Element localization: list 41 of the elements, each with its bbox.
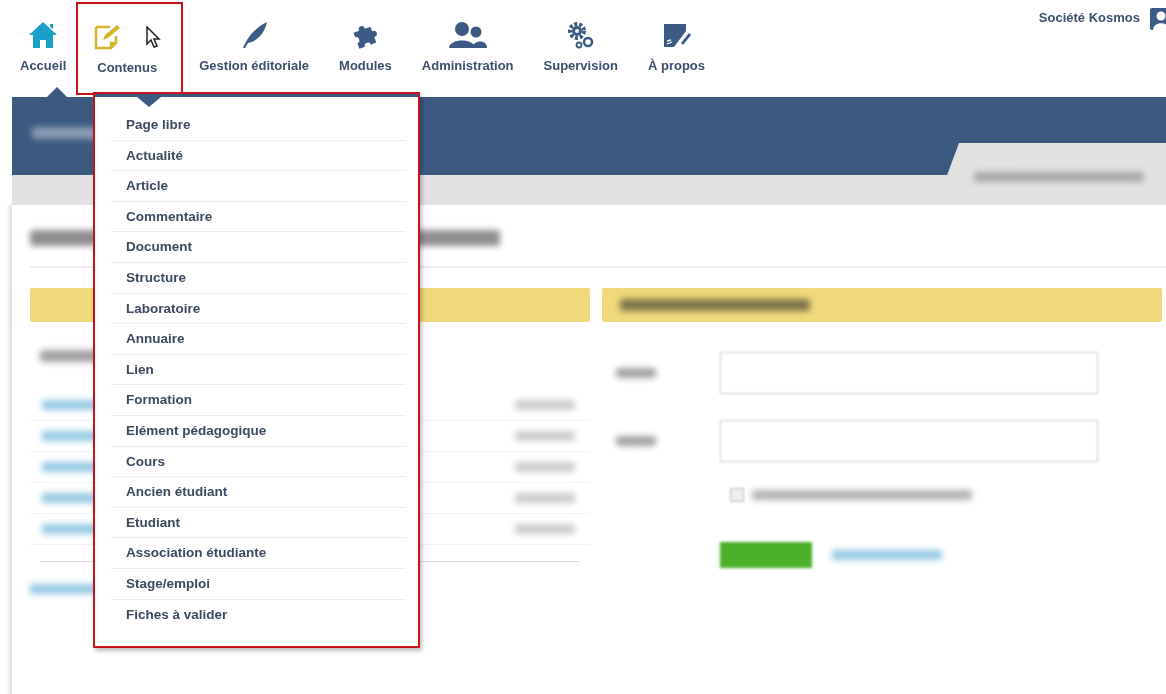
cursor-icon: [145, 26, 162, 48]
signature-icon: [661, 21, 692, 49]
nav-tab[interactable]: Gestion éditoriale: [185, 0, 324, 97]
blurred-text: [515, 493, 575, 503]
nav-tab[interactable]: Supervision: [529, 0, 632, 97]
nav-tab[interactable]: Contenus: [76, 2, 184, 95]
menu-item[interactable]: Structure: [111, 262, 406, 294]
house-icon: [28, 21, 59, 49]
menu-item[interactable]: Etudiant: [111, 507, 406, 539]
nav-tab[interactable]: Modules: [325, 0, 406, 97]
checkbox[interactable]: [730, 488, 744, 502]
edit-note-icon: [93, 23, 122, 51]
menu-item[interactable]: Lien: [111, 354, 406, 386]
blurred-text: [515, 400, 575, 410]
company-name[interactable]: Société Kosmos: [1038, 10, 1140, 25]
blurred-text: [515, 524, 575, 534]
users-icon: [447, 21, 488, 49]
menu-item[interactable]: Formation: [111, 385, 406, 416]
menu-item[interactable]: Stage/emploi: [111, 568, 406, 600]
gears-icon: [565, 21, 596, 49]
menu-item[interactable]: Document: [111, 232, 406, 263]
menu-item[interactable]: Association étudiante: [111, 538, 406, 569]
menu-item[interactable]: Page libre: [111, 110, 406, 141]
menu-item[interactable]: Fiches à valider: [111, 599, 406, 631]
menu-item[interactable]: Actualité: [111, 140, 406, 172]
menu-item[interactable]: Ancien étudiant: [111, 477, 406, 508]
nav-tab[interactable]: Accueil: [20, 0, 75, 97]
menu-pointer: [137, 97, 161, 107]
nav-tab[interactable]: Administration: [407, 0, 528, 97]
menu-item[interactable]: Article: [111, 171, 406, 202]
blurred-label: [616, 368, 656, 378]
menu-item[interactable]: Cours: [111, 446, 406, 478]
menu-item[interactable]: Elément pédagogique: [111, 415, 406, 447]
menu-item[interactable]: Laboratoire: [111, 293, 406, 325]
blurred-text: [515, 431, 575, 441]
user-icon[interactable]: [1150, 8, 1166, 30]
menu-item[interactable]: Commentaire: [111, 201, 406, 233]
nav-tab[interactable]: À propos: [633, 0, 719, 97]
menu-item[interactable]: Annuaire: [111, 324, 406, 355]
blurred-label: [616, 436, 656, 446]
blurred-text: [515, 462, 575, 472]
